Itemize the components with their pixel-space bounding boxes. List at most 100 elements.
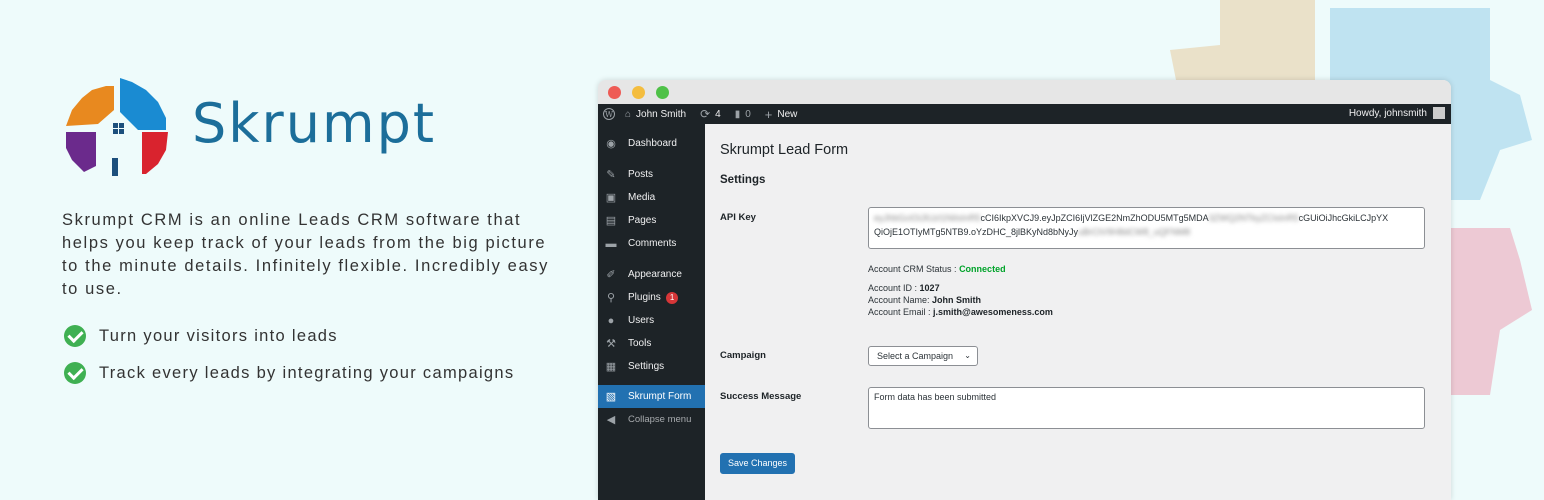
user-icon: ● [607,314,615,327]
sidebar-item-label: Comments [628,238,677,249]
status-badge: Connected [959,264,1006,274]
account-name-row: Account Name: John Smith [868,295,981,305]
save-changes-button[interactable]: Save Changes [720,453,796,474]
plugins-update-badge: 1 [665,291,679,304]
pages-icon: ▤ [605,214,617,227]
api-key-blurred-segment: 3ZWQ2NTkyZCIsInR5 [1208,213,1299,223]
close-window-button[interactable] [608,86,621,99]
account-status: Account CRM Status : Connected [868,264,1006,274]
sidebar-item-plugins[interactable]: ⚲ Plugins 1 [598,286,705,309]
account-id-row: Account ID : 1027 [868,283,940,293]
account-id-value: 1027 [919,283,940,293]
sidebar-item-users[interactable]: ● Users [598,309,705,332]
sidebar-item-label: Users [628,315,655,326]
main-content: Skrumpt Lead Form Settings API Key eyJhb… [705,124,1451,500]
success-message-label: Success Message [720,391,802,402]
api-key-blurred-segment: uBrCtV9H8dCW8_uQFNM8 [1078,227,1191,237]
comments-link[interactable]: ▮ 0 [731,109,751,120]
browser-window: W ⌂ John Smith ⟳ 4 ▮ 0 + New Howdy, john… [598,80,1451,500]
api-key-textarea[interactable]: eyJhbGciOiJIUzI1NiIsInR5cCI6IkpXVCJ9.eyJ… [868,207,1425,249]
comment-bubble-icon: ▮ [734,108,741,120]
campaign-selected-value: Select a Campaign [877,351,954,361]
admin-bar: W ⌂ John Smith ⟳ 4 ▮ 0 + New Howdy, john… [598,104,1451,124]
account-name-label: Account Name: [868,295,930,305]
page-title: Skrumpt Lead Form [720,142,849,158]
sidebar-item-skrumpt-form[interactable]: ▧ Skrumpt Form [598,385,705,408]
campaign-label: Campaign [720,350,766,361]
brand-title: Skrumpt [192,92,437,155]
refresh-icon: ⟳ [700,107,711,121]
my-account-menu[interactable]: Howdy, johnsmith [1349,107,1445,119]
sidebar-item-pages[interactable]: ▤ Pages [598,209,705,232]
check-icon [64,362,86,384]
feature-text: Track every leads by integrating your ca… [99,363,515,382]
plus-icon: + [764,106,773,122]
sidebar-item-label: Collapse menu [628,414,692,425]
api-key-blurred-segment: eyJhbGciOiJIUzI1NiIsInR5 [874,213,981,223]
chevron-down-icon: ⌄ [964,351,971,360]
settings-heading: Settings [720,174,766,186]
sidebar-item-label: Skrumpt Form [628,391,692,402]
admin-sidebar: ◉ Dashboard ✎ Posts ▣ Media ▤ Pages ▬ Comment… [598,124,705,500]
account-id-label: Account ID : [868,283,918,293]
account-email-label: Account Email : [868,307,931,317]
account-email-value: j.smith@awesomeness.com [933,307,1053,317]
sidebar-item-label: Dashboard [628,138,677,149]
brand-description: Skrumpt CRM is an online Leads CRM softw… [62,211,549,298]
media-icon: ▣ [605,191,617,204]
pin-icon: ✎ [606,168,616,181]
plugin-icon: ⚲ [606,291,616,304]
sidebar-item-appearance[interactable]: ✐ Appearance [598,263,705,286]
sidebar-item-label: Pages [628,215,657,226]
brush-icon: ✐ [606,268,616,281]
new-label: New [777,108,798,120]
home-icon: ⌂ [625,108,632,120]
feature-item: Turn your visitors into leads [64,325,338,347]
api-key-segment: cGUiOiJhcGkiLCJpYX [1298,213,1389,223]
updates-link[interactable]: ⟳ 4 [696,107,721,121]
api-key-segment: QiOjE1OTIyMTg5NTB9.oYzDHC_8jlBKyNd8bNyJy [874,227,1079,237]
api-key-label: API Key [720,212,756,223]
sidebar-item-label: Appearance [628,269,682,280]
form-icon: ▧ [605,390,617,403]
skrumpt-logo [66,78,168,176]
new-content-link[interactable]: + New [761,107,798,122]
status-label: Account CRM Status : [868,264,957,274]
comment-icon: ▬ [605,237,617,250]
sidebar-item-dashboard[interactable]: ◉ Dashboard [598,132,705,155]
check-icon [64,325,86,347]
comments-count: 0 [745,108,751,120]
wordpress-icon: W [603,108,615,120]
sidebar-item-label: Posts [628,169,654,180]
sidebar-item-label: Tools [628,338,652,349]
sidebar-item-settings[interactable]: ▦ Settings [598,355,705,378]
sidebar-collapse-menu[interactable]: ◀ Collapse menu [598,408,705,431]
account-email-row: Account Email : j.smith@awesomeness.com [868,307,1053,317]
maximize-window-button[interactable] [656,86,669,99]
wordpress-logo-button[interactable]: W [603,108,615,120]
site-name-link[interactable]: ⌂ John Smith [625,109,686,120]
sidebar-item-media[interactable]: ▣ Media [598,186,705,209]
sidebar-item-posts[interactable]: ✎ Posts [598,163,705,186]
sidebar-item-tools[interactable]: ⚒ Tools [598,332,705,355]
feature-item: Track every leads by integrating your ca… [64,362,514,384]
minimize-window-button[interactable] [632,86,645,99]
collapse-icon: ◀ [606,413,616,426]
feature-text: Turn your visitors into leads [99,326,338,345]
settings-icon: ▦ [605,360,617,373]
site-name-label: John Smith [636,108,687,120]
window-titlebar [598,80,1451,104]
avatar [1433,107,1445,119]
svg-text:W: W [605,110,614,119]
dashboard-icon: ◉ [606,137,616,150]
sidebar-item-comments[interactable]: ▬ Comments [598,232,705,255]
updates-count: 4 [715,108,721,120]
campaign-select[interactable]: Select a Campaign ⌄ [868,346,978,366]
account-name-value: John Smith [932,295,982,305]
success-message-value: Form data has been submitted [874,392,997,402]
success-message-textarea[interactable]: Form data has been submitted [868,387,1425,429]
sidebar-item-label: Settings [628,361,665,372]
howdy-text: Howdy, johnsmith [1348,107,1427,119]
sidebar-item-label: Media [628,192,656,203]
api-key-segment: cCI6IkpXVCJ9.eyJpZCI6IjVlZGE2NmZhODU5MTg… [980,213,1209,223]
